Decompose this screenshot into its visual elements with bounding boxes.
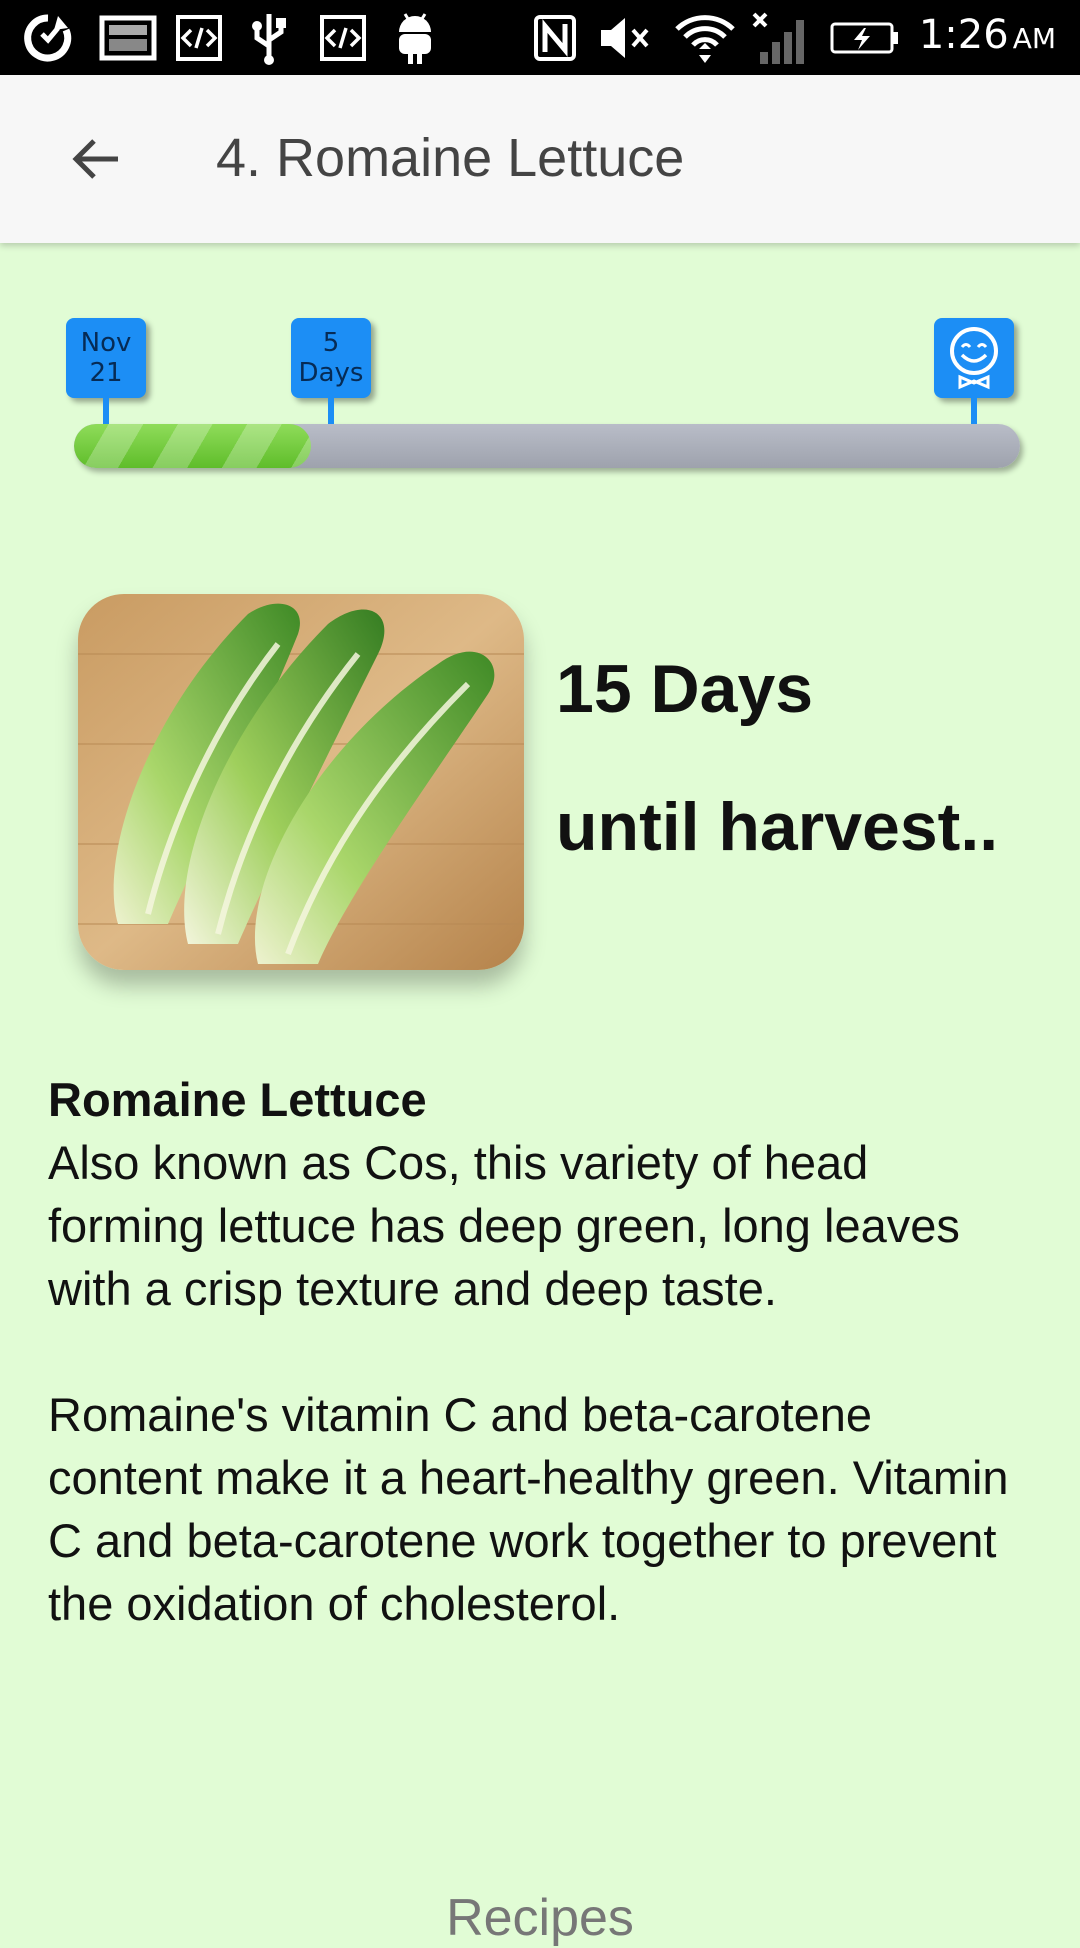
back-button[interactable] [56,119,136,199]
smiley-icon [950,327,998,390]
current-day-marker: 5 Days [291,310,371,424]
current-day-count: 5 [322,328,340,358]
description-paragraph-1: Also known as Cos, this variety of head … [48,1136,960,1315]
app-bar: 4. Romaine Lettuce [0,75,1080,243]
plant-photo [78,594,524,970]
progress-track [74,424,1020,468]
image-icon [98,10,158,66]
plant-description: Romaine Lettuce Also known as Cos, this … [48,1068,1038,1635]
start-date-day: 21 [89,358,123,388]
growth-timeline: Nov 21 5 Days [60,310,1020,490]
mute-icon [596,10,656,66]
current-day-unit: Days [298,358,364,388]
start-date-marker: Nov 21 [66,310,146,424]
plant-name: Romaine Lettuce [48,1073,427,1126]
description-paragraph-2: Romaine's vitamin C and beta-carotene co… [48,1388,1009,1630]
page-title: 4. Romaine Lettuce [216,128,685,188]
code-icon [318,10,368,66]
recipes-button[interactable]: Recipes [0,1888,1080,1948]
progress-fill [74,424,311,468]
status-bar: 1:26 AM [0,0,1080,75]
no-signal-icon [750,10,812,66]
battery-charging-icon [830,10,900,66]
clock: 1:26 AM [918,12,1056,58]
code-icon [174,10,224,66]
wifi-icon [672,10,738,66]
sync-icon [20,10,76,66]
nfc-icon [530,10,580,66]
arrow-left-icon [72,139,118,179]
usb-icon [244,10,294,66]
harvest-marker [934,310,1014,424]
android-icon [390,10,440,66]
start-date-month: Nov [80,328,132,358]
until-harvest-label: until harvest.. [556,789,999,865]
days-until-harvest: 15 Days [556,651,814,727]
